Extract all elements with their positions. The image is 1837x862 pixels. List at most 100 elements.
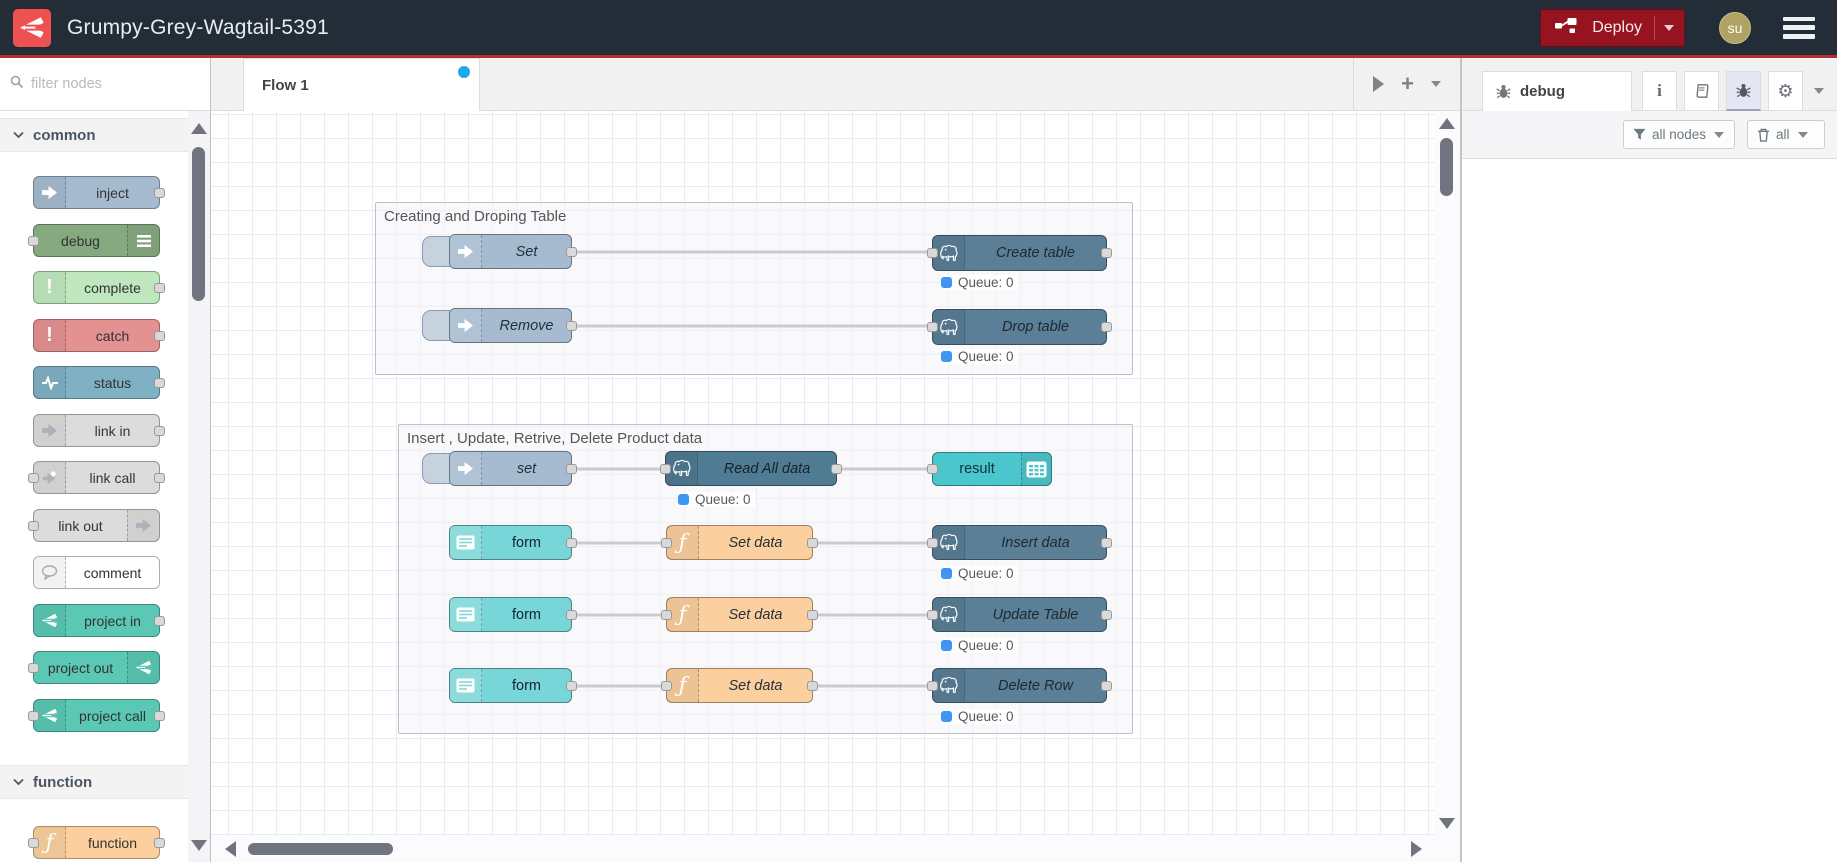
input-port[interactable] xyxy=(28,662,39,673)
input-port[interactable] xyxy=(927,322,938,332)
deploy-options-chevron-icon[interactable] xyxy=(1664,24,1674,31)
palette-node-catch[interactable]: ! catch xyxy=(33,319,165,352)
postgres-node-read-all-data[interactable]: Read All data xyxy=(660,451,842,486)
inject-button[interactable] xyxy=(422,310,451,341)
output-port[interactable] xyxy=(1101,322,1112,332)
sidebar-tab-debug[interactable]: debug xyxy=(1482,71,1632,111)
output-port[interactable] xyxy=(1101,680,1112,691)
sidebar-tab-debug-icon-button[interactable] xyxy=(1726,71,1761,111)
output-port[interactable] xyxy=(807,680,818,691)
palette-node-complete[interactable]: ! complete xyxy=(33,271,165,304)
tab-flow1[interactable]: Flow 1 xyxy=(243,58,480,111)
postgres-node-create-table[interactable]: Create table xyxy=(927,235,1112,271)
sidebar-tab-help[interactable] xyxy=(1684,71,1719,111)
form-node[interactable]: form xyxy=(449,525,577,560)
output-port[interactable] xyxy=(566,680,577,691)
output-port[interactable] xyxy=(1101,248,1112,258)
sidebar-tab-info[interactable]: i xyxy=(1642,71,1677,111)
output-port[interactable] xyxy=(154,282,165,293)
palette-node-comment[interactable]: comment xyxy=(33,556,160,589)
function-node-set-data[interactable]: ƒ Set data xyxy=(661,597,818,632)
function-node-set-data[interactable]: ƒ Set data xyxy=(661,668,818,703)
postgres-node-update-table[interactable]: Update Table xyxy=(927,597,1112,632)
palette-node-link-out[interactable]: link out xyxy=(28,509,160,542)
output-port[interactable] xyxy=(154,472,165,483)
form-node[interactable]: form xyxy=(449,597,577,632)
deploy-button[interactable]: Deploy xyxy=(1540,8,1685,47)
input-port[interactable] xyxy=(28,472,39,483)
output-port[interactable] xyxy=(154,837,165,848)
table-node-result[interactable]: result xyxy=(927,452,1052,486)
output-port[interactable] xyxy=(1101,537,1112,548)
canvas-horizontal-scrollbar[interactable] xyxy=(211,836,1435,862)
input-port[interactable] xyxy=(661,609,672,620)
scroll-up-icon[interactable] xyxy=(1439,118,1455,129)
inject-node-set[interactable]: Set xyxy=(449,234,577,269)
output-port[interactable] xyxy=(566,320,577,331)
palette-node-function[interactable]: ƒ function xyxy=(28,826,165,859)
inject-button[interactable] xyxy=(422,453,451,484)
sidebar-tab-config[interactable]: ⚙ xyxy=(1768,71,1803,111)
palette-search-input[interactable]: filter nodes xyxy=(0,58,210,111)
user-avatar[interactable]: su xyxy=(1719,11,1751,44)
palette-node-status[interactable]: status xyxy=(33,366,165,399)
input-port[interactable] xyxy=(661,537,672,548)
output-port[interactable] xyxy=(566,246,577,257)
output-port[interactable] xyxy=(566,609,577,620)
scroll-right-icon[interactable] xyxy=(1411,841,1422,857)
output-port[interactable] xyxy=(807,537,818,548)
palette-category-function[interactable]: function xyxy=(0,765,188,799)
input-port[interactable] xyxy=(28,710,39,721)
output-port[interactable] xyxy=(807,609,818,620)
input-port[interactable] xyxy=(661,680,672,691)
output-port[interactable] xyxy=(154,425,165,436)
function-node-set-data[interactable]: ƒ Set data xyxy=(661,525,818,560)
output-port[interactable] xyxy=(154,330,165,341)
sidebar-menu-chevron-icon[interactable] xyxy=(1814,88,1824,94)
input-port[interactable] xyxy=(660,463,671,474)
main-menu-icon[interactable] xyxy=(1783,16,1815,39)
flow-list-chevron-icon[interactable] xyxy=(1431,81,1442,87)
palette-node-link-call[interactable]: link call xyxy=(28,461,165,494)
output-port[interactable] xyxy=(831,463,842,474)
add-flow-button[interactable]: + xyxy=(1401,73,1414,95)
inject-button[interactable] xyxy=(422,236,451,267)
palette-node-inject[interactable]: inject xyxy=(33,176,165,209)
input-port[interactable] xyxy=(28,520,39,531)
scroll-down-icon[interactable] xyxy=(1439,818,1455,829)
palette-node-project-in[interactable]: project in xyxy=(33,604,165,637)
form-node[interactable]: form xyxy=(449,668,577,703)
palette-node-project-out[interactable]: project out xyxy=(28,651,160,684)
palette-scroll-thumb[interactable] xyxy=(192,147,205,301)
output-port[interactable] xyxy=(154,710,165,721)
postgres-node-insert-data[interactable]: Insert data xyxy=(927,525,1112,560)
scroll-down-icon[interactable] xyxy=(191,840,207,851)
scroll-up-icon[interactable] xyxy=(191,123,207,134)
output-port[interactable] xyxy=(154,377,165,388)
palette-node-debug[interactable]: debug xyxy=(28,224,160,257)
output-port[interactable] xyxy=(154,615,165,626)
scroll-left-icon[interactable] xyxy=(225,841,236,857)
debug-filter-button[interactable]: all nodes xyxy=(1623,120,1735,149)
group-creating-dropping-table[interactable]: Creating and Droping Table xyxy=(375,202,1133,375)
output-port[interactable] xyxy=(1101,609,1112,620)
canvas-hscroll-thumb[interactable] xyxy=(248,843,393,855)
input-port[interactable] xyxy=(927,537,938,548)
tab-scroll-right-icon[interactable] xyxy=(1372,76,1384,92)
input-port[interactable] xyxy=(927,464,938,474)
postgres-node-delete-row[interactable]: Delete Row xyxy=(927,668,1112,703)
input-port[interactable] xyxy=(927,248,938,258)
input-port[interactable] xyxy=(28,235,39,246)
postgres-node-drop-table[interactable]: Drop table xyxy=(927,309,1112,345)
palette-scrollbar[interactable] xyxy=(188,111,210,862)
debug-messages-panel[interactable] xyxy=(1462,159,1837,862)
input-port[interactable] xyxy=(927,680,938,691)
input-port[interactable] xyxy=(28,837,39,848)
output-port[interactable] xyxy=(566,463,577,474)
output-port[interactable] xyxy=(154,187,165,198)
palette-node-project-call[interactable]: project call xyxy=(28,699,165,732)
output-port[interactable] xyxy=(566,537,577,548)
canvas-vertical-scrollbar[interactable] xyxy=(1435,111,1460,862)
palette-category-common[interactable]: common xyxy=(0,118,188,152)
canvas-vscroll-thumb[interactable] xyxy=(1440,138,1453,196)
